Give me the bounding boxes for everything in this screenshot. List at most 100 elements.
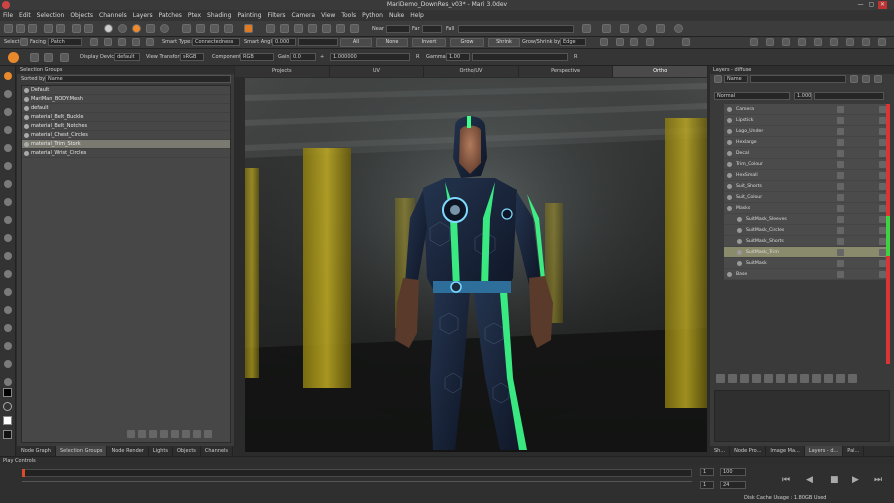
opacity-field[interactable]: 1.000 <box>794 92 812 100</box>
menu-help[interactable]: Help <box>410 12 424 19</box>
layer-sort-dropdown[interactable]: Name <box>724 75 748 83</box>
fps-field[interactable]: 24 <box>720 481 746 489</box>
lock-icon[interactable] <box>879 172 886 179</box>
slice-tool-icon[interactable] <box>4 306 12 314</box>
sphere-icon[interactable] <box>104 24 113 33</box>
lock-icon[interactable] <box>879 205 886 212</box>
menu-tools[interactable]: Tools <box>341 12 356 19</box>
view-transform-dropdown[interactable]: sRGB <box>180 53 204 61</box>
lighting-icon[interactable] <box>160 24 169 33</box>
eye-icon[interactable] <box>24 124 29 129</box>
smudge-tool-icon[interactable] <box>4 180 12 188</box>
smart-type-dropdown[interactable]: Connectedness <box>192 38 240 46</box>
close-button[interactable]: ✕ <box>878 1 887 9</box>
menu-ptex[interactable]: Ptex <box>188 12 201 19</box>
falloff-slider[interactable] <box>458 25 574 33</box>
list-item[interactable]: material_Belt_Notches <box>22 122 230 131</box>
remove-group-icon[interactable] <box>138 430 146 438</box>
cache-layer-icon[interactable] <box>824 374 833 383</box>
gamma-reset[interactable]: R <box>574 53 577 61</box>
share-layer-icon[interactable] <box>812 374 821 383</box>
eye-icon[interactable] <box>727 162 732 167</box>
shelf-icon-3[interactable] <box>782 38 790 46</box>
picker-tool-icon[interactable] <box>4 234 12 242</box>
stop-icon[interactable]: ■ <box>830 475 839 485</box>
duplicate-layer-icon[interactable] <box>776 374 785 383</box>
duplicate-group-icon[interactable] <box>149 430 157 438</box>
menu-layers[interactable]: Layers <box>133 12 153 19</box>
new-icon[interactable] <box>4 24 13 33</box>
texture-icon[interactable] <box>210 24 219 33</box>
lock-layer-icon[interactable] <box>836 374 845 383</box>
layer-row[interactable]: Logo_Under <box>724 126 888 137</box>
add-layer-icon[interactable] <box>716 374 725 383</box>
grow-shrink-dropdown[interactable]: Edge <box>560 38 586 46</box>
gain-plus[interactable]: + <box>320 53 324 61</box>
shelf-icon-9[interactable] <box>878 38 886 46</box>
tab-palettes[interactable]: Pal... <box>843 446 865 456</box>
shelf-icon-7[interactable] <box>846 38 854 46</box>
eye-icon[interactable] <box>727 206 732 211</box>
menu-view[interactable]: View <box>321 12 335 19</box>
layer-row[interactable]: SuitMask <box>724 258 888 269</box>
shelf-icon-8[interactable] <box>862 38 870 46</box>
flip-icon[interactable] <box>322 24 331 33</box>
sorted-by-dropdown[interactable]: Name <box>45 75 231 83</box>
eye-icon[interactable] <box>737 239 742 244</box>
layer-option-icon-3[interactable] <box>874 75 882 83</box>
shelf-icon-6[interactable] <box>830 38 838 46</box>
minimize-button[interactable]: — <box>856 1 865 9</box>
rect-select-icon[interactable] <box>104 38 112 46</box>
paint-through-icon[interactable] <box>4 72 12 80</box>
deselect-group-icon[interactable] <box>204 430 212 438</box>
snapshot-icon[interactable] <box>244 24 253 33</box>
layer-row[interactable]: SuitMask_Sleeves <box>724 214 888 225</box>
lock-icon[interactable] <box>879 128 886 135</box>
list-item[interactable]: MariMan_BODY:Mesh <box>22 95 230 104</box>
invert-button[interactable]: Invert <box>412 38 446 47</box>
tab-node-graph[interactable]: Node Graph <box>17 446 56 456</box>
gain-reset[interactable]: R <box>416 53 419 61</box>
add-group-icon[interactable] <box>127 430 135 438</box>
list-item[interactable]: material_Wrist_Circles <box>22 149 230 158</box>
brush-icon[interactable] <box>60 53 69 62</box>
layer-tool-icon[interactable] <box>266 24 275 33</box>
orbit-icon[interactable] <box>638 24 647 33</box>
eye-icon[interactable] <box>727 129 732 134</box>
layer-option-icon-2[interactable] <box>862 75 870 83</box>
blend-mode-dropdown[interactable]: Normal <box>714 92 790 100</box>
eye-icon[interactable] <box>24 151 29 156</box>
tab-node-render[interactable]: Node Render <box>107 446 149 456</box>
eye-icon[interactable] <box>727 151 732 156</box>
lock-icon[interactable] <box>879 249 886 256</box>
clone-tool-icon[interactable] <box>4 198 12 206</box>
wireframe-icon[interactable] <box>196 24 205 33</box>
far-slider[interactable] <box>422 25 442 33</box>
lock-icon[interactable] <box>879 183 886 190</box>
transform-icon[interactable] <box>600 38 608 46</box>
add-adjustment-icon[interactable] <box>728 374 737 383</box>
menu-camera[interactable]: Camera <box>292 12 316 19</box>
timeline-slider[interactable] <box>22 469 692 477</box>
menu-channels[interactable]: Channels <box>99 12 127 19</box>
lock-icon[interactable] <box>879 117 886 124</box>
list-item[interactable]: Default <box>22 86 230 95</box>
swap-colors-icon[interactable] <box>3 402 12 411</box>
gamma-slider[interactable] <box>472 53 568 61</box>
menu-selection[interactable]: Selection <box>37 12 65 19</box>
grid-icon[interactable] <box>182 24 191 33</box>
opacity-slider[interactable] <box>814 92 884 100</box>
layer-option-icon-1[interactable] <box>850 75 858 83</box>
eye-icon[interactable] <box>737 261 742 266</box>
flat-icon[interactable] <box>146 24 155 33</box>
layer-row[interactable]: SuitMask_Shorts <box>724 236 888 247</box>
shelf-icon-4[interactable] <box>798 38 806 46</box>
brush-tool-icon[interactable] <box>4 162 12 170</box>
shelf-icon-5[interactable] <box>814 38 822 46</box>
foreground-color-swatch[interactable] <box>3 388 12 397</box>
menu-python[interactable]: Python <box>362 12 383 19</box>
fill-tool-icon[interactable] <box>4 252 12 260</box>
select-none-button[interactable]: None <box>376 38 408 47</box>
eyedropper-icon[interactable] <box>4 378 12 386</box>
rotate-icon[interactable] <box>582 24 591 33</box>
